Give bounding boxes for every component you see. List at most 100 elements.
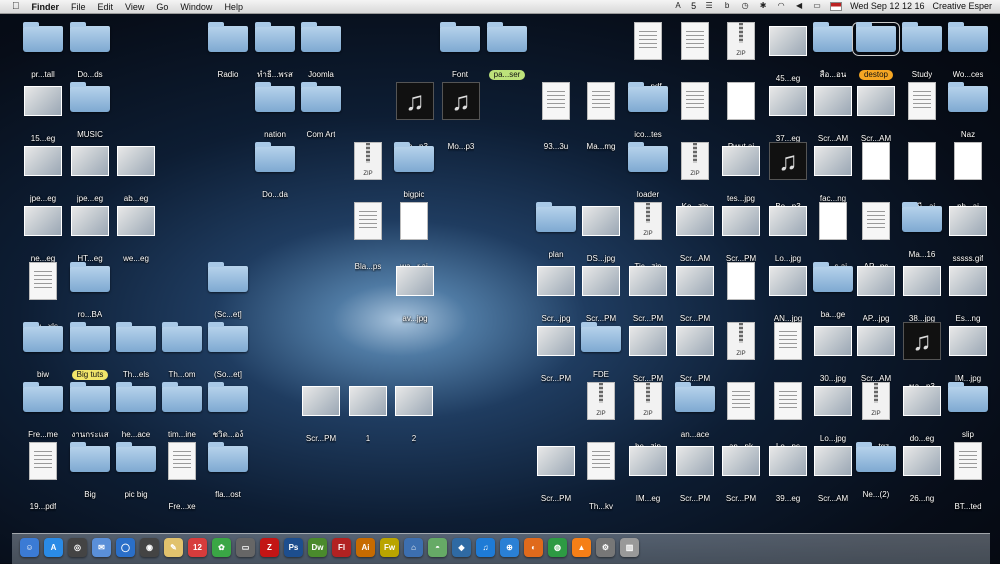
desktop-item[interactable]: bigpic [387, 142, 441, 205]
desktop-item[interactable]: Scr...PM [714, 202, 768, 269]
calendar-dock-icon[interactable]: 12 [188, 538, 207, 557]
desktop-item[interactable]: slip [941, 382, 995, 445]
desktop-item[interactable]: jpe...eg [16, 142, 70, 209]
desktop-item[interactable]: FDE [574, 322, 628, 385]
desktop-item[interactable]: Scr...PM [714, 442, 768, 509]
firefox-dock-icon[interactable]: ◐ [524, 538, 543, 557]
desktop-item[interactable]: Do...da [248, 142, 302, 205]
desktop-item[interactable]: pr...tall [16, 22, 70, 85]
img-icon [814, 446, 852, 476]
desktop-item-label: av...jpg [402, 314, 428, 323]
desktop-item[interactable]: loader [621, 142, 675, 205]
folder-icon [852, 22, 900, 56]
flash-dock-icon[interactable]: Fl [332, 538, 351, 557]
desktop-item[interactable]: sssss.gif [941, 202, 995, 269]
system-prefs-dock-icon[interactable]: ⚙ [596, 538, 615, 557]
bluetooth-icon[interactable]: ✱ [758, 1, 768, 11]
desktop-item[interactable]: ne...eg [16, 202, 70, 269]
desktop-item[interactable]: Wo...ces [941, 22, 995, 85]
chat-dock-icon[interactable]: ◓ [428, 538, 447, 557]
preview-dock-icon[interactable]: ▭ [236, 538, 255, 557]
desktop-item[interactable]: Font [433, 22, 487, 85]
desktop-item[interactable]: Fre...me [16, 382, 70, 445]
battery-icon[interactable]: ▭ [812, 1, 822, 11]
dock: ☺ A ◎ ✉ ◯ ◉ ✎ 12 ✿ ▭ Z Ps Dw Fl Ai Fw ⌂ ◓ ◆ ♫ ⊕ ◐ ◍ ▲ ⚙ ▥ [12, 533, 990, 564]
desktop-item-label: pr...tall [31, 70, 55, 79]
menubar-clock[interactable]: Wed Sep 12 12 16 [850, 1, 924, 11]
desktop-item[interactable]: ro...BA [63, 262, 117, 325]
desktop-item[interactable]: ico...tes [621, 82, 675, 145]
menu-view[interactable]: View [125, 2, 144, 12]
desktop-item[interactable]: we...eg [109, 202, 163, 269]
safari-dock-icon[interactable]: ⊕ [500, 538, 519, 557]
desktop-item[interactable]: Scr...PM [621, 262, 675, 329]
vlc-dock-icon[interactable]: ▲ [572, 538, 591, 557]
desktop-item[interactable]: ab...eg [109, 142, 163, 209]
facetime-dock-icon[interactable]: ◉ [140, 538, 159, 557]
launchpad-dock-icon[interactable]: ◎ [68, 538, 87, 557]
desktop-item[interactable]: ♫ Mo...p3 [434, 82, 488, 157]
fireworks-dock-icon[interactable]: Fw [380, 538, 399, 557]
photoshop-dock-icon[interactable]: Ps [284, 538, 303, 557]
desktop-item[interactable]: Joomla [294, 22, 348, 85]
desktop-item[interactable]: Es...ng [941, 262, 995, 329]
beats-status-icon[interactable]: b [722, 1, 732, 11]
scroll-status-icon[interactable]: ☰ [704, 1, 714, 11]
ichat-dock-icon[interactable]: ◯ [116, 538, 135, 557]
trash-dock-icon[interactable]: ▥ [620, 538, 639, 557]
filezilla-dock-icon[interactable]: Z [260, 538, 279, 557]
desktop-item[interactable]: fla...ost [201, 442, 255, 505]
notes-dock-icon[interactable]: ✎ [164, 538, 183, 557]
appstore-dock-icon[interactable]: A [44, 538, 63, 557]
desktop-item[interactable]: Com Art [294, 82, 348, 145]
volume-icon[interactable]: ◀ [794, 1, 804, 11]
chrome-dock-icon[interactable]: ◍ [548, 538, 567, 557]
desktop-item[interactable]: Th...kv [574, 442, 628, 517]
menu-go[interactable]: Go [156, 2, 168, 12]
menubar-user[interactable]: Creative Esper [932, 1, 992, 11]
desktop-item[interactable]: 19...pdf [16, 442, 70, 517]
desktop-item[interactable]: av...jpg [388, 262, 442, 329]
leaf-dock-icon[interactable]: ✿ [212, 538, 231, 557]
dreamweaver-dock-icon[interactable]: Dw [308, 538, 327, 557]
desktop-item[interactable]: pa...ser [480, 22, 534, 85]
desktop-item[interactable]: (So...et] [201, 322, 255, 385]
desktop-item[interactable]: IM...jpg [941, 322, 995, 389]
desktop-item[interactable]: Scr...PM [294, 382, 348, 449]
desktop-item[interactable]: Scr...PM [621, 322, 675, 389]
desktop-item[interactable]: MUSIC [63, 82, 117, 145]
menu-help[interactable]: Help [224, 2, 243, 12]
desktop-item-label: nation [264, 130, 286, 139]
us-flag-input-icon[interactable] [830, 1, 843, 11]
flow-dock-icon[interactable]: ◆ [452, 538, 471, 557]
illustrator-dock-icon[interactable]: Ai [356, 538, 375, 557]
desktop-item[interactable]: Scr...PM [574, 262, 628, 329]
adobe-status-icon[interactable]: A [673, 1, 683, 11]
desktop-item[interactable]: Naz [941, 82, 995, 145]
img-icon [582, 266, 620, 296]
menu-file[interactable]: File [71, 2, 86, 12]
desktop-item[interactable]: ชวิด...อง์ [201, 382, 255, 445]
desktop-item[interactable]: DS...jpg [574, 202, 628, 269]
apple-menu-icon[interactable]:  [12, 1, 20, 12]
desktop-item[interactable]: Radio [201, 22, 255, 85]
wifi-icon[interactable]: ◠ [776, 1, 786, 11]
desktop-item[interactable]: 2 [387, 382, 441, 449]
menu-app-name[interactable]: Finder [32, 2, 60, 12]
img-icon [903, 266, 941, 296]
desktop-item[interactable]: biw [16, 322, 70, 385]
iphoto-dock-icon[interactable]: ⌂ [404, 538, 423, 557]
mail-dock-icon[interactable]: ✉ [92, 538, 111, 557]
desktop-item[interactable]: (Sc...et] [201, 262, 255, 325]
desktop-item[interactable]: tes...jpg [714, 142, 768, 209]
menu-window[interactable]: Window [180, 2, 212, 12]
desktop-item[interactable]: BT...ted [941, 442, 995, 517]
finder-dock-icon[interactable]: ☺ [20, 538, 39, 557]
desktop-item[interactable]: Do...ds [63, 22, 117, 85]
menu-edit[interactable]: Edit [98, 2, 114, 12]
desktop-item[interactable]: Ma...mg [574, 82, 628, 157]
desktop-item[interactable]: 15...eg [16, 82, 70, 149]
itunes-dock-icon[interactable]: ♫ [476, 538, 495, 557]
desktop-item[interactable]: IM...eg [621, 442, 675, 509]
time-machine-icon[interactable]: ◷ [740, 1, 750, 11]
